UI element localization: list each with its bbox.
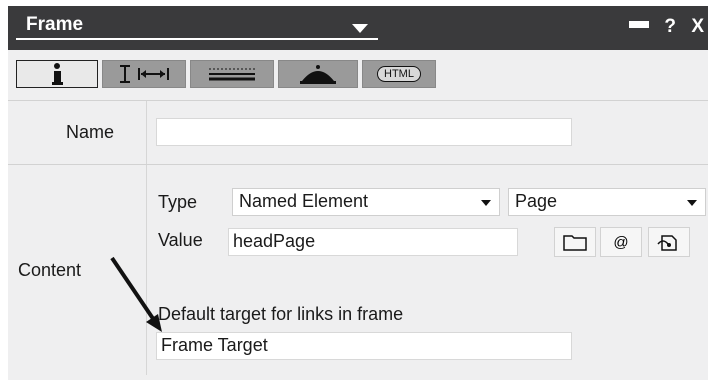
window-controls: ? X [619, 16, 704, 38]
tab-spacing[interactable] [102, 60, 186, 88]
bell-icon [300, 65, 336, 84]
spacing-icon [120, 65, 169, 83]
target-label: Default target for links in frame [158, 304, 404, 324]
folder-icon [563, 235, 587, 251]
content-label: Content [18, 260, 82, 280]
type-select-value: Named Element [239, 191, 369, 211]
link-file-icon [657, 235, 677, 251]
at-icon: @ [613, 233, 629, 251]
frame-target-value: Frame Target [161, 335, 268, 355]
element-select-value: Page [515, 191, 558, 211]
browse-folder-button[interactable] [554, 227, 596, 257]
title-underline [16, 38, 378, 40]
tab-html[interactable]: HTML [362, 60, 436, 88]
close-button[interactable]: X [691, 16, 704, 38]
point-to-file-button[interactable]: @ [600, 227, 642, 257]
frame-inspector-panel: Frame ? X HTML Name Type Named Element P… [8, 6, 708, 380]
help-button[interactable]: ? [664, 16, 676, 38]
value-label: Value [158, 230, 203, 250]
chevron-down-icon [481, 200, 491, 206]
info-icon [52, 63, 63, 85]
minimize-icon[interactable] [629, 21, 650, 28]
type-label: Type [158, 192, 198, 212]
panel-title-bar: Frame ? X [8, 6, 708, 50]
tab-info[interactable] [16, 60, 98, 88]
panel-title: Frame [26, 14, 84, 35]
value-input-text: headPage [233, 231, 316, 251]
name-label: Name [66, 122, 115, 142]
chevron-down-icon [687, 200, 697, 206]
tab-events[interactable] [278, 60, 358, 88]
lines-icon [209, 68, 255, 81]
html-icon: HTML [377, 66, 421, 82]
link-file-button[interactable] [648, 227, 690, 257]
value-input[interactable]: headPage [228, 228, 518, 256]
tab-borders[interactable] [190, 60, 274, 88]
name-row-divider [8, 164, 708, 165]
panel-menu-arrow-icon[interactable] [352, 24, 368, 33]
tabs-divider [8, 100, 708, 101]
name-input[interactable] [156, 118, 572, 146]
type-select[interactable]: Named Element [232, 188, 500, 216]
element-select[interactable]: Page [508, 188, 706, 216]
frame-target-input[interactable]: Frame Target [156, 332, 572, 360]
